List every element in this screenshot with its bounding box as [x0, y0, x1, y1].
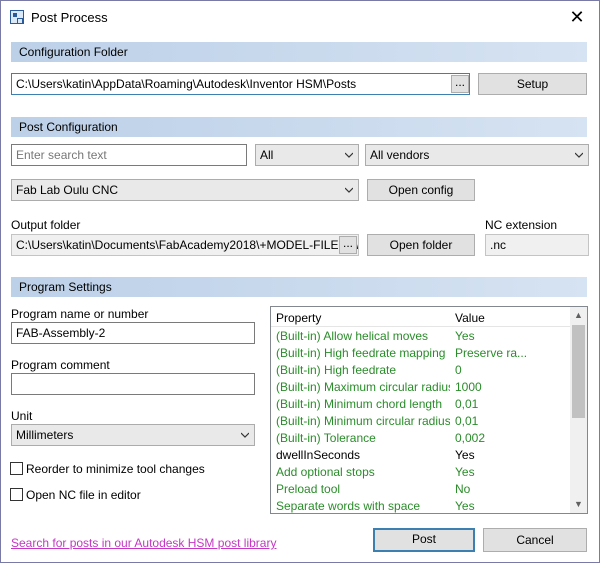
property-value[interactable]: Yes — [455, 465, 565, 479]
program-name-input[interactable]: FAB-Assembly-2 — [11, 322, 255, 344]
property-row[interactable]: Separate words with space Yes — [271, 498, 571, 513]
open-nc-checkbox[interactable] — [10, 488, 23, 501]
section-program-settings: Program Settings — [11, 277, 587, 297]
open-nc-label[interactable]: Open NC file in editor — [26, 488, 141, 502]
unit-label: Unit — [11, 409, 33, 423]
program-comment-label: Program comment — [11, 358, 110, 372]
chevron-down-icon — [575, 152, 583, 158]
property-row[interactable]: (Built-in) Minimum chord length 0,01 — [271, 396, 571, 413]
post-processor-value: Fab Lab Oulu CNC — [16, 183, 119, 197]
property-row[interactable]: Add optional stops Yes — [271, 464, 571, 481]
post-process-dialog: Post Process ✕ Configuration Folder C:\U… — [0, 0, 600, 563]
program-name-label: Program name or number — [11, 307, 149, 321]
property-name: (Built-in) Maximum circular radius — [276, 380, 450, 394]
property-value[interactable]: Yes — [455, 499, 565, 513]
property-name: (Built-in) Tolerance — [276, 431, 376, 445]
output-folder-field[interactable]: C:\Users\katin\Documents\FabAcademy2018\… — [11, 234, 359, 256]
property-name: (Built-in) High feedrate — [276, 363, 397, 377]
category-filter-value: All — [260, 148, 274, 162]
program-comment-input[interactable] — [11, 373, 255, 395]
search-placeholder: Enter search text — [16, 148, 107, 162]
section-configuration-folder: Configuration Folder — [11, 42, 587, 62]
scroll-down-icon[interactable]: ▼ — [570, 496, 587, 513]
search-input[interactable]: Enter search text — [11, 144, 247, 166]
property-name: (Built-in) Minimum circular radius — [276, 414, 450, 428]
property-row[interactable]: Preload tool No — [271, 481, 571, 498]
post-library-link[interactable]: Search for posts in our Autodesk HSM pos… — [11, 536, 276, 550]
post-button[interactable]: Post — [373, 528, 475, 552]
property-grid-header: Property Value — [271, 307, 571, 327]
nc-extension-field[interactable]: .nc — [485, 234, 589, 256]
output-folder-browse-button[interactable]: ... — [339, 236, 357, 254]
property-row[interactable]: (Built-in) High feedrate mapping Preserve… — [271, 345, 571, 362]
open-folder-button[interactable]: Open folder — [367, 234, 475, 256]
property-value[interactable]: 0 — [455, 363, 565, 377]
property-name: Separate words with space — [276, 499, 421, 513]
chevron-down-icon — [241, 432, 249, 438]
unit-select[interactable]: Millimeters — [11, 424, 255, 446]
nc-extension-text: .nc — [490, 238, 507, 252]
chevron-down-icon — [345, 152, 353, 158]
property-value[interactable]: No — [455, 482, 565, 496]
open-config-button[interactable]: Open config — [367, 179, 475, 201]
close-button[interactable]: ✕ — [555, 1, 599, 33]
chevron-down-icon — [345, 187, 353, 193]
property-value[interactable]: Yes — [455, 329, 565, 343]
category-filter-select[interactable]: All — [255, 144, 359, 166]
property-value[interactable]: Yes — [455, 448, 565, 462]
reorder-checkbox[interactable] — [10, 462, 23, 475]
column-header-value[interactable]: Value — [455, 311, 485, 325]
column-header-property[interactable]: Property — [276, 311, 321, 325]
app-icon — [10, 10, 24, 24]
property-row[interactable]: (Built-in) High feedrate 0 — [271, 362, 571, 379]
title-bar: Post Process ✕ — [1, 1, 599, 33]
property-name: (Built-in) Minimum chord length — [276, 397, 443, 411]
property-name: Preload tool — [276, 482, 341, 496]
property-row[interactable]: (Built-in) Allow helical moves Yes — [271, 328, 571, 345]
config-folder-browse-button[interactable]: ... — [451, 75, 469, 93]
post-processor-select[interactable]: Fab Lab Oulu CNC — [11, 179, 359, 201]
property-row[interactable]: (Built-in) Tolerance 0,002 — [271, 430, 571, 447]
property-value[interactable]: 0,01 — [455, 414, 565, 428]
config-folder-path-text: C:\Users\katin\AppData\Roaming\Autodesk\… — [16, 77, 357, 91]
property-name: Add optional stops — [276, 465, 375, 479]
property-value[interactable]: 0,002 — [455, 431, 565, 445]
cancel-button[interactable]: Cancel — [483, 528, 587, 552]
property-row[interactable]: dwellInSeconds Yes — [271, 447, 571, 464]
setup-button[interactable]: Setup — [478, 73, 587, 95]
output-folder-label: Output folder — [11, 218, 81, 232]
nc-extension-label: NC extension — [485, 218, 558, 232]
unit-value: Millimeters — [16, 428, 74, 442]
property-name: (Built-in) Allow helical moves — [276, 329, 429, 343]
program-name-value: FAB-Assembly-2 — [16, 326, 106, 340]
output-folder-text: C:\Users\katin\Documents\FabAcademy2018\… — [16, 238, 359, 252]
property-value[interactable]: Preserve ra... — [455, 346, 565, 360]
property-grid-scrollbar[interactable]: ▲ ▼ — [570, 307, 587, 513]
property-name: (Built-in) High feedrate mapping — [276, 346, 446, 360]
property-row[interactable]: (Built-in) Maximum circular radius 1000 — [271, 379, 571, 396]
vendor-filter-select[interactable]: All vendors — [365, 144, 589, 166]
vendor-filter-value: All vendors — [370, 148, 430, 162]
property-name: dwellInSeconds — [276, 448, 361, 462]
property-row[interactable]: (Built-in) Minimum circular radius 0,01 — [271, 413, 571, 430]
scroll-thumb[interactable] — [572, 325, 585, 418]
config-folder-path-field[interactable]: C:\Users\katin\AppData\Roaming\Autodesk\… — [11, 73, 470, 95]
scroll-up-icon[interactable]: ▲ — [570, 307, 587, 324]
window-title: Post Process — [31, 10, 108, 25]
property-grid[interactable]: Property Value (Built-in) Allow helical … — [270, 306, 588, 514]
property-value[interactable]: 0,01 — [455, 397, 565, 411]
property-value[interactable]: 1000 — [455, 380, 565, 394]
reorder-label[interactable]: Reorder to minimize tool changes — [26, 462, 205, 476]
section-post-configuration: Post Configuration — [11, 117, 587, 137]
